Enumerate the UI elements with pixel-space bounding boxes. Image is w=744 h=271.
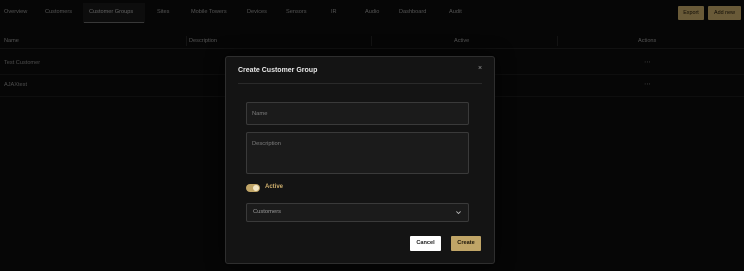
select-value: Customers: [253, 209, 282, 215]
toggle-knob: [253, 185, 259, 191]
name-input[interactable]: [246, 102, 469, 125]
active-toggle-label: Active: [265, 184, 284, 190]
description-input[interactable]: [246, 132, 469, 174]
create-button[interactable]: Create: [451, 236, 481, 251]
dialog-divider: [238, 83, 482, 84]
chevron-down-icon: [456, 211, 461, 215]
create-customer-group-dialog: Create Customer Group × Active Customers…: [225, 56, 495, 264]
cancel-button[interactable]: Cancel: [410, 236, 441, 251]
active-toggle[interactable]: [246, 184, 260, 192]
customers-select[interactable]: Customers: [246, 203, 469, 222]
close-icon[interactable]: ×: [478, 65, 482, 72]
dialog-title: Create Customer Group: [238, 67, 318, 74]
